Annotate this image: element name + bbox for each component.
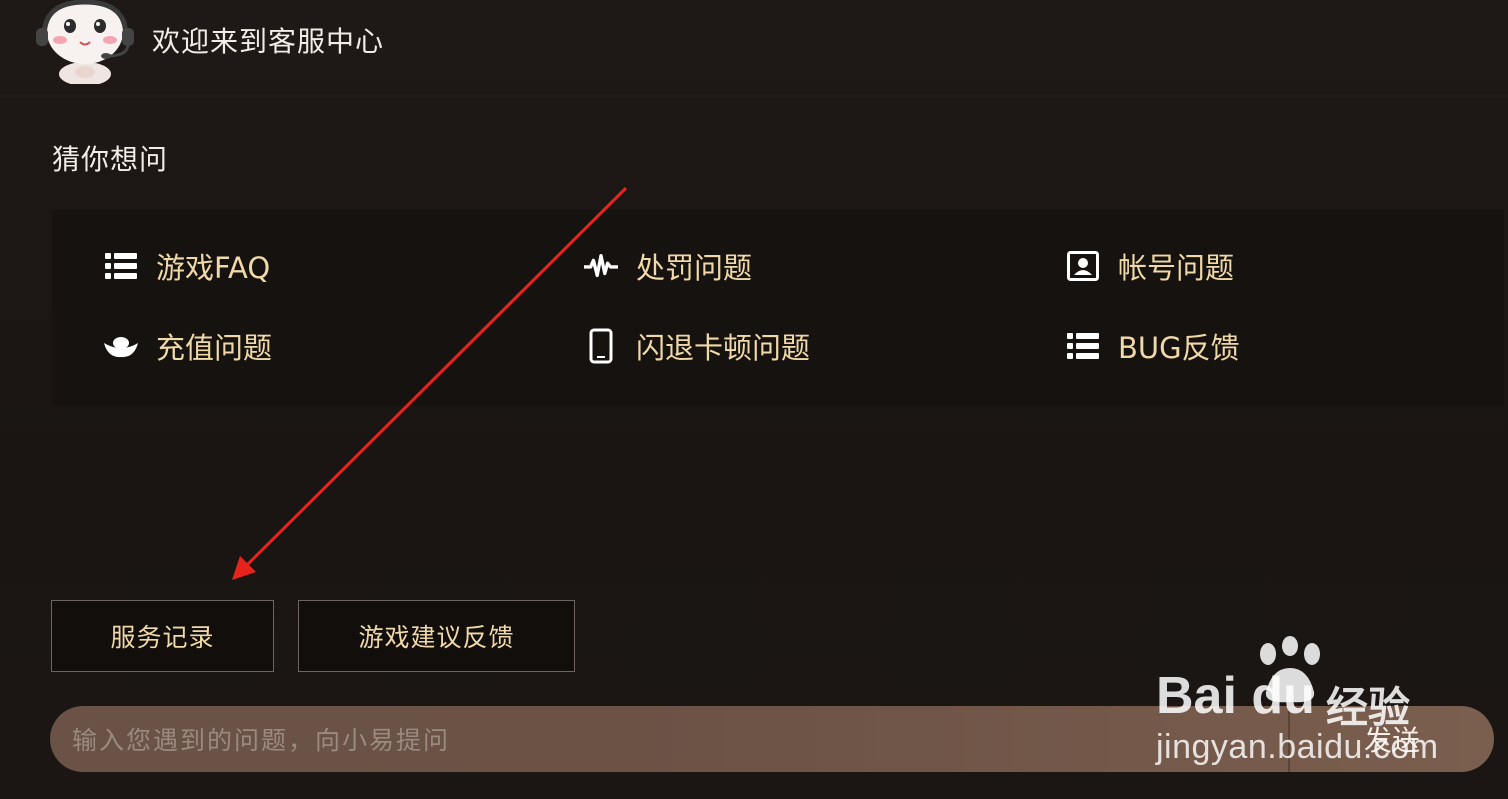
faq-item-bug-report[interactable]: BUG反馈 — [1066, 324, 1240, 368]
faq-item-label: 游戏FAQ — [156, 251, 271, 285]
account-card-icon — [1066, 249, 1100, 283]
phone-icon — [584, 328, 618, 364]
header-divider — [0, 95, 1508, 97]
faq-item-label: 处罚问题 — [636, 251, 753, 285]
send-button[interactable]: 发送 — [1290, 706, 1494, 772]
faq-item-account[interactable]: 帐号问题 — [1066, 244, 1234, 288]
faq-item-label: 闪退卡顿问题 — [636, 331, 811, 365]
faq-item-punishment[interactable]: 处罚问题 — [584, 244, 752, 288]
customer-service-screen: 欢迎来到客服中心 猜你想问 游戏FAQ 处罚问题 帐号问题 充值问题 闪退卡顿问… — [0, 0, 1508, 799]
question-input-bar: 发送 — [50, 706, 1494, 772]
service-records-button[interactable]: 服务记录 — [51, 600, 274, 672]
faq-item-crash-lag[interactable]: 闪退卡顿问题 — [584, 324, 810, 368]
faq-item-label: 帐号问题 — [1118, 251, 1235, 285]
pulse-icon — [584, 249, 618, 283]
page-title: 欢迎来到客服中心 — [152, 25, 385, 58]
faq-panel — [52, 210, 1504, 406]
game-suggestion-button[interactable]: 游戏建议反馈 — [298, 600, 575, 672]
list-icon — [1066, 329, 1100, 363]
ingot-icon — [104, 329, 138, 363]
faq-item-label: BUG反馈 — [1118, 331, 1240, 365]
section-title: 猜你想问 — [52, 143, 169, 176]
customer-service-mascot-icon — [36, 0, 134, 84]
faq-item-label: 充值问题 — [156, 331, 273, 365]
list-icon — [104, 249, 138, 283]
paw-icon — [1260, 636, 1320, 703]
faq-item-recharge[interactable]: 充值问题 — [104, 324, 272, 368]
faq-item-game-faq[interactable]: 游戏FAQ — [104, 244, 270, 288]
question-input[interactable] — [70, 706, 1274, 772]
